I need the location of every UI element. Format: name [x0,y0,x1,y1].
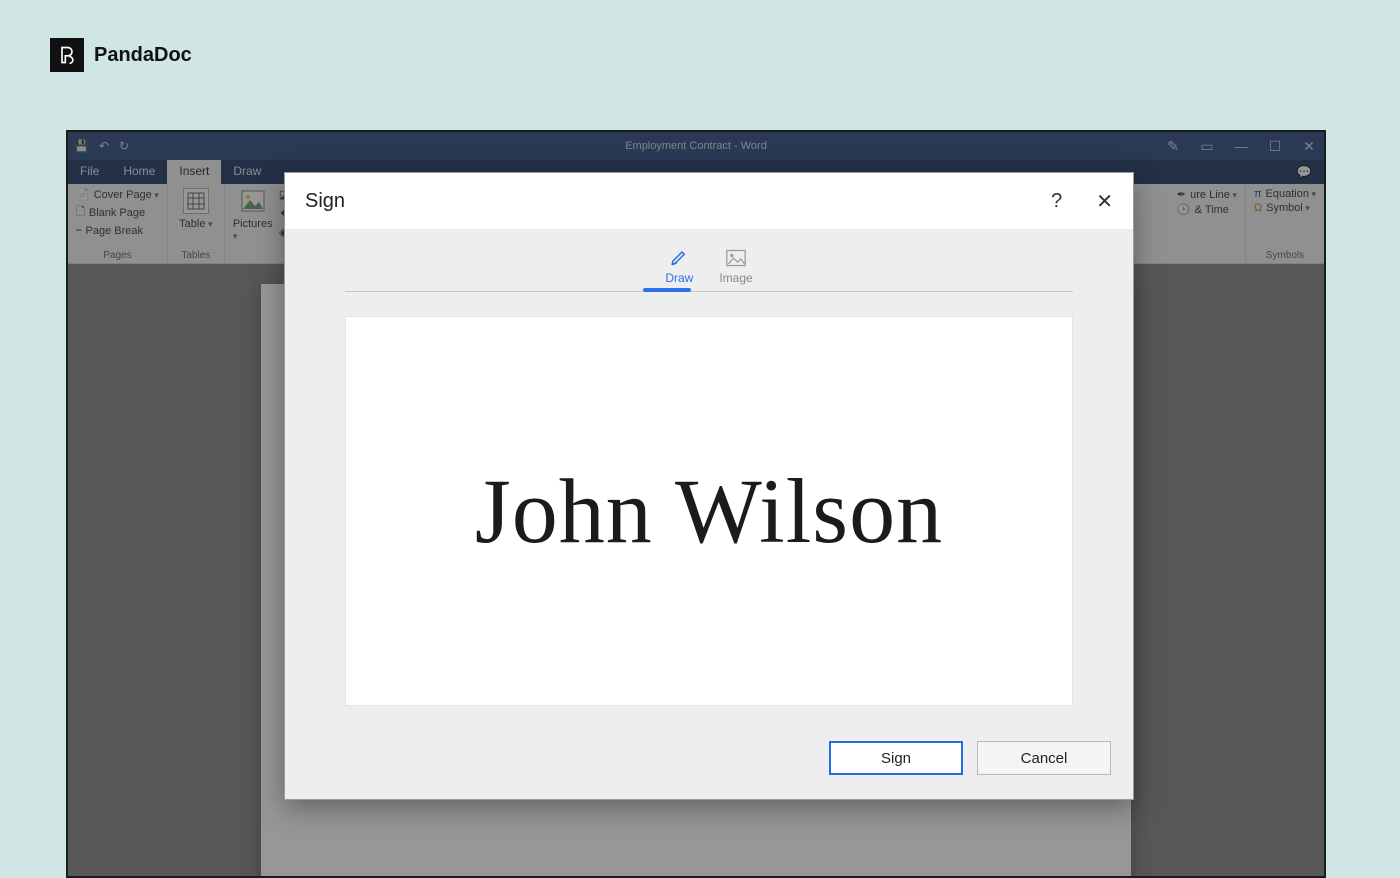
cover-page-button[interactable]: 📄 Cover Page [76,188,159,201]
equation-button[interactable]: π Equation [1254,188,1316,200]
date-time-button[interactable]: 🕒 & Time [1177,203,1237,216]
titlebar: 💾 ↶ ↻ Employment Contract - Word ✎ ▭ — ☐… [68,132,1324,160]
image-icon [725,249,747,267]
pandadoc-logo-icon [50,38,84,72]
page-break-button[interactable]: ⎯ Page Break [76,224,159,237]
group-pages: 📄 Cover Page 🗋 Blank Page ⎯ Page Break P… [68,184,168,263]
blank-page-button[interactable]: 🗋 Blank Page [76,203,159,222]
signature-line-button[interactable]: ✒ ure Line [1177,188,1237,201]
dialog-title: Sign [305,190,345,213]
tab-home[interactable]: Home [111,160,167,184]
tab-draw[interactable]: Draw [665,249,693,285]
group-symbols-caption: Symbols [1254,248,1316,261]
brand-name: PandaDoc [94,44,192,67]
undo-icon[interactable]: ↶ [99,139,109,153]
dialog-footer: Sign Cancel [285,729,1133,799]
sign-button[interactable]: Sign [829,741,963,775]
touch-icon[interactable]: ✎ [1164,138,1182,155]
table-button[interactable]: Table [176,188,216,248]
group-symbols: π Equation Ω Symbol Symbols [1246,184,1324,263]
tab-image[interactable]: Image [719,249,752,285]
group-pages-caption: Pages [76,248,159,261]
pictures-icon [240,188,266,214]
signature-text: John Wilson [475,458,943,564]
signature-canvas[interactable]: John Wilson [345,316,1073,706]
minimize-icon[interactable]: — [1232,138,1250,154]
dialog-close-icon[interactable]: ✕ [1096,189,1113,214]
pictures-button[interactable]: Pictures [233,188,273,248]
dialog-header: Sign ? ✕ [285,173,1133,229]
redo-icon[interactable]: ↻ [119,139,129,153]
group-tables: Table Tables [168,184,225,263]
document-title: Employment Contract - Word [68,140,1324,152]
table-icon [183,188,209,214]
ribbon-options-icon[interactable]: ▭ [1198,138,1216,155]
maximize-icon[interactable]: ☐ [1266,138,1284,155]
share-icon[interactable]: 💬 [1284,160,1324,184]
tab-file[interactable]: File [68,160,111,184]
signature-tabs: Draw Image [345,249,1073,292]
tab-draw[interactable]: Draw [221,160,273,184]
tab-insert[interactable]: Insert [167,160,221,184]
sign-dialog: Sign ? ✕ Draw Image John Wilson [284,172,1134,800]
group-tables-caption: Tables [176,248,216,261]
brand: PandaDoc [50,38,192,72]
tab-underline [643,288,691,292]
group-text: ✒ ure Line 🕒 & Time [1169,184,1246,263]
cancel-button[interactable]: Cancel [977,741,1111,775]
symbol-button[interactable]: Ω Symbol [1254,202,1316,214]
pen-icon [668,249,690,267]
close-icon[interactable]: ✕ [1300,138,1318,155]
save-icon[interactable]: 💾 [74,139,89,153]
help-icon[interactable]: ? [1051,190,1062,213]
